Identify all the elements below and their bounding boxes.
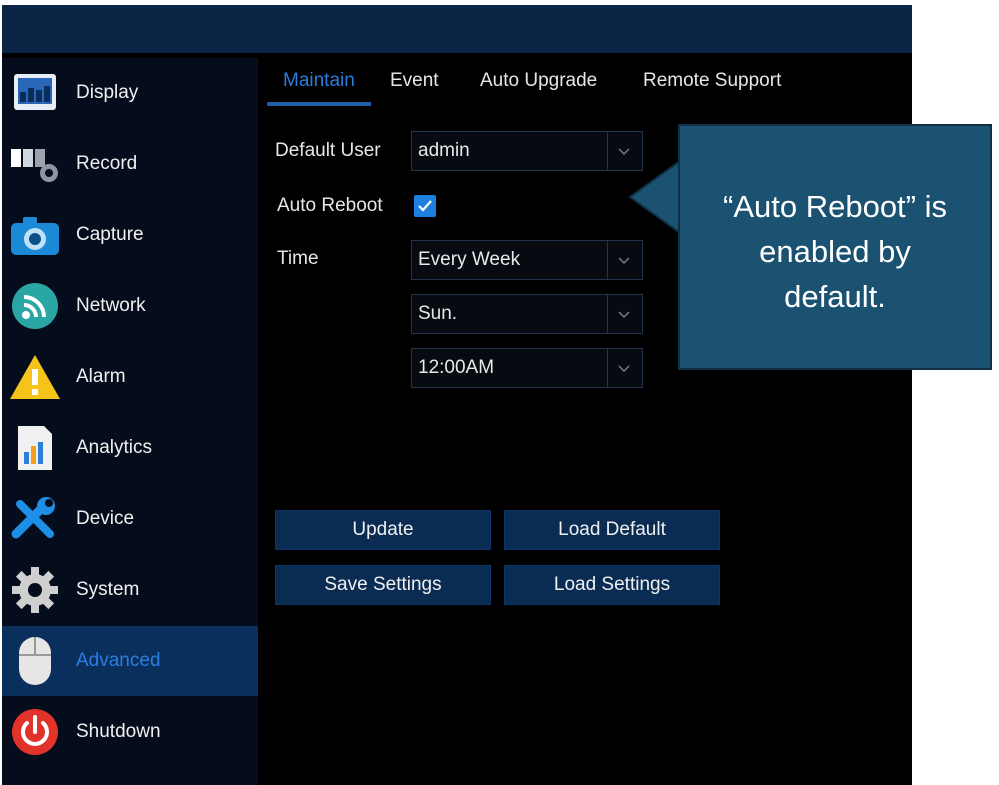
top-bar: [2, 5, 912, 53]
sidebar-item-label: Analytics: [76, 437, 153, 458]
checkmark-icon: [418, 200, 432, 212]
sidebar-item-shutdown[interactable]: Shutdown: [2, 697, 258, 767]
auto-reboot-label: Auto Reboot: [277, 195, 383, 216]
sidebar-item-system[interactable]: System: [2, 555, 258, 625]
callout-line-3: default.: [784, 279, 886, 314]
sidebar-item-analytics[interactable]: Analytics: [2, 413, 258, 483]
record-icon: [8, 137, 62, 191]
save-settings-button[interactable]: Save Settings: [275, 565, 491, 605]
mouse-icon: [8, 634, 62, 688]
sidebar-item-advanced[interactable]: Advanced: [2, 626, 258, 696]
default-user-label: Default User: [275, 140, 381, 161]
sidebar-item-alarm[interactable]: Alarm: [2, 342, 258, 412]
time-clock-select[interactable]: 12:00AM: [411, 348, 643, 388]
sidebar-item-label: System: [76, 579, 140, 600]
sidebar-item-device[interactable]: Device: [2, 484, 258, 554]
time-frequency-value: Every Week: [418, 249, 521, 270]
tab-remote-support[interactable]: Remote Support: [643, 70, 781, 92]
power-icon: [8, 705, 62, 759]
callout-line-1: “Auto Reboot” is: [723, 189, 947, 224]
callout-pointer: [629, 161, 681, 233]
default-user-value: admin: [418, 140, 470, 161]
sidebar-item-label: Display: [76, 82, 139, 103]
time-day-value: Sun.: [418, 303, 458, 324]
analytics-icon: [8, 421, 62, 475]
auto-reboot-checkbox[interactable]: [414, 195, 436, 217]
gear-icon: [8, 563, 62, 617]
default-user-select[interactable]: admin: [411, 131, 643, 171]
callout-line-2: enabled by: [759, 234, 911, 269]
load-default-button[interactable]: Load Default: [504, 510, 720, 550]
camera-icon: [8, 208, 62, 262]
chevron-down-icon[interactable]: [606, 349, 642, 387]
time-frequency-select[interactable]: Every Week: [411, 240, 643, 280]
sidebar-item-network[interactable]: Network: [2, 271, 258, 341]
sidebar-item-label: Capture: [76, 224, 144, 245]
time-label: Time: [277, 248, 319, 269]
tab-event[interactable]: Event: [390, 70, 439, 92]
tab-auto-upgrade[interactable]: Auto Upgrade: [480, 70, 597, 92]
sidebar: Display Record Capture Network Alarm Ana…: [2, 58, 258, 785]
sidebar-item-label: Record: [76, 153, 138, 174]
callout-box: “Auto Reboot” is enabled by default.: [678, 124, 992, 370]
wrench-icon: [8, 492, 62, 546]
sidebar-item-label: Shutdown: [76, 721, 161, 742]
time-clock-value: 12:00AM: [418, 357, 495, 378]
sidebar-item-label: Alarm: [76, 366, 126, 387]
sidebar-item-label: Device: [76, 508, 135, 529]
callout-text: “Auto Reboot” is enabled by default.: [680, 184, 990, 319]
load-settings-button[interactable]: Load Settings: [504, 565, 720, 605]
alarm-icon: [8, 350, 62, 404]
sidebar-item-record[interactable]: Record: [2, 129, 258, 199]
sidebar-item-label: Network: [76, 295, 146, 316]
time-day-select[interactable]: Sun.: [411, 294, 643, 334]
display-icon: [8, 66, 62, 120]
tab-bar: Maintain Event Auto Upgrade Remote Suppo…: [267, 60, 912, 106]
update-button[interactable]: Update: [275, 510, 491, 550]
tab-maintain[interactable]: Maintain: [283, 70, 355, 92]
chevron-down-icon[interactable]: [606, 241, 642, 279]
sidebar-item-capture[interactable]: Capture: [2, 200, 258, 270]
chevron-down-icon[interactable]: [606, 295, 642, 333]
active-tab-indicator: [267, 102, 371, 106]
sidebar-item-display[interactable]: Display: [2, 58, 258, 128]
network-icon: [8, 279, 62, 333]
sidebar-item-label: Advanced: [76, 650, 161, 671]
dvr-screen: Display Record Capture Network Alarm Ana…: [2, 5, 912, 785]
